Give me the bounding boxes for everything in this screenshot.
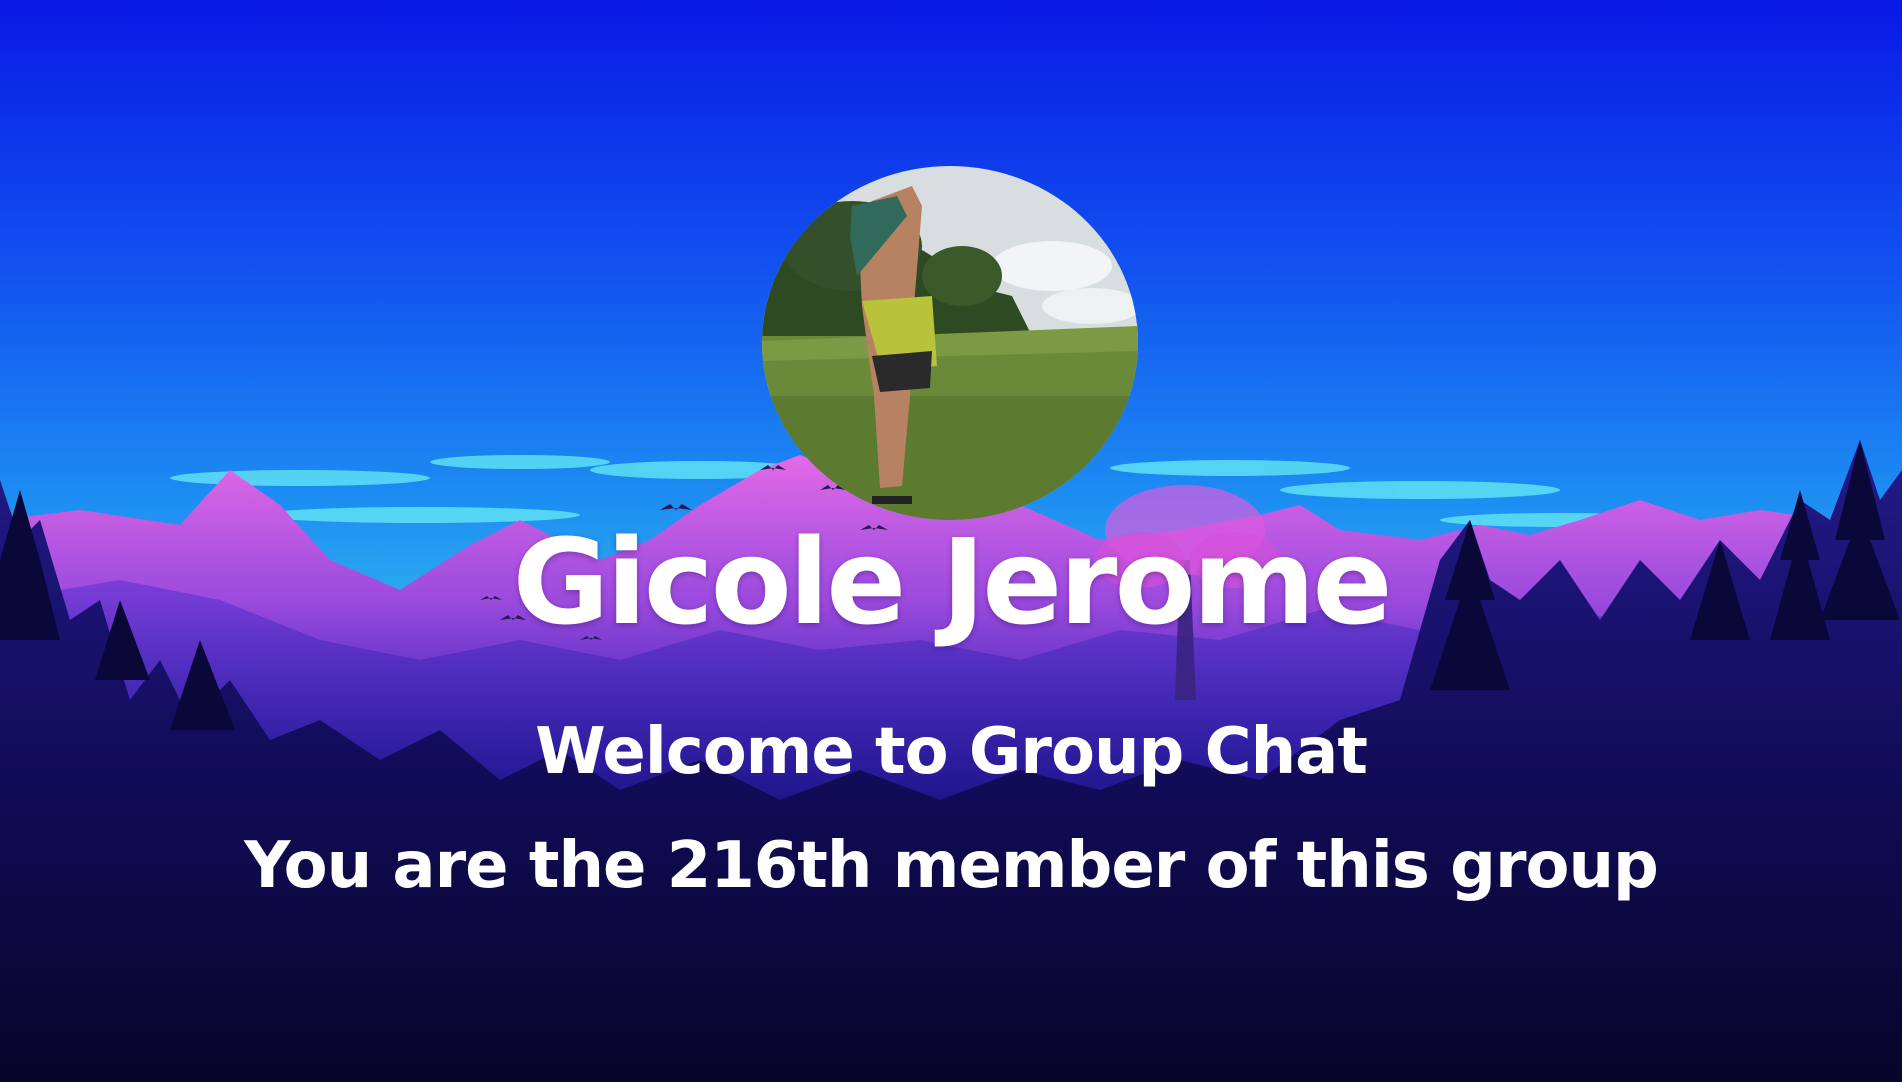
member-count-message: You are the 216th member of this group — [244, 829, 1659, 903]
avatar — [762, 166, 1138, 520]
profile-photo-icon — [762, 166, 1138, 520]
welcome-message: Welcome to Group Chat — [535, 715, 1368, 789]
member-name: Gicole Jerome — [512, 513, 1392, 651]
welcome-card: Gicole Jerome Welcome to Group Chat You … — [0, 0, 1902, 1082]
